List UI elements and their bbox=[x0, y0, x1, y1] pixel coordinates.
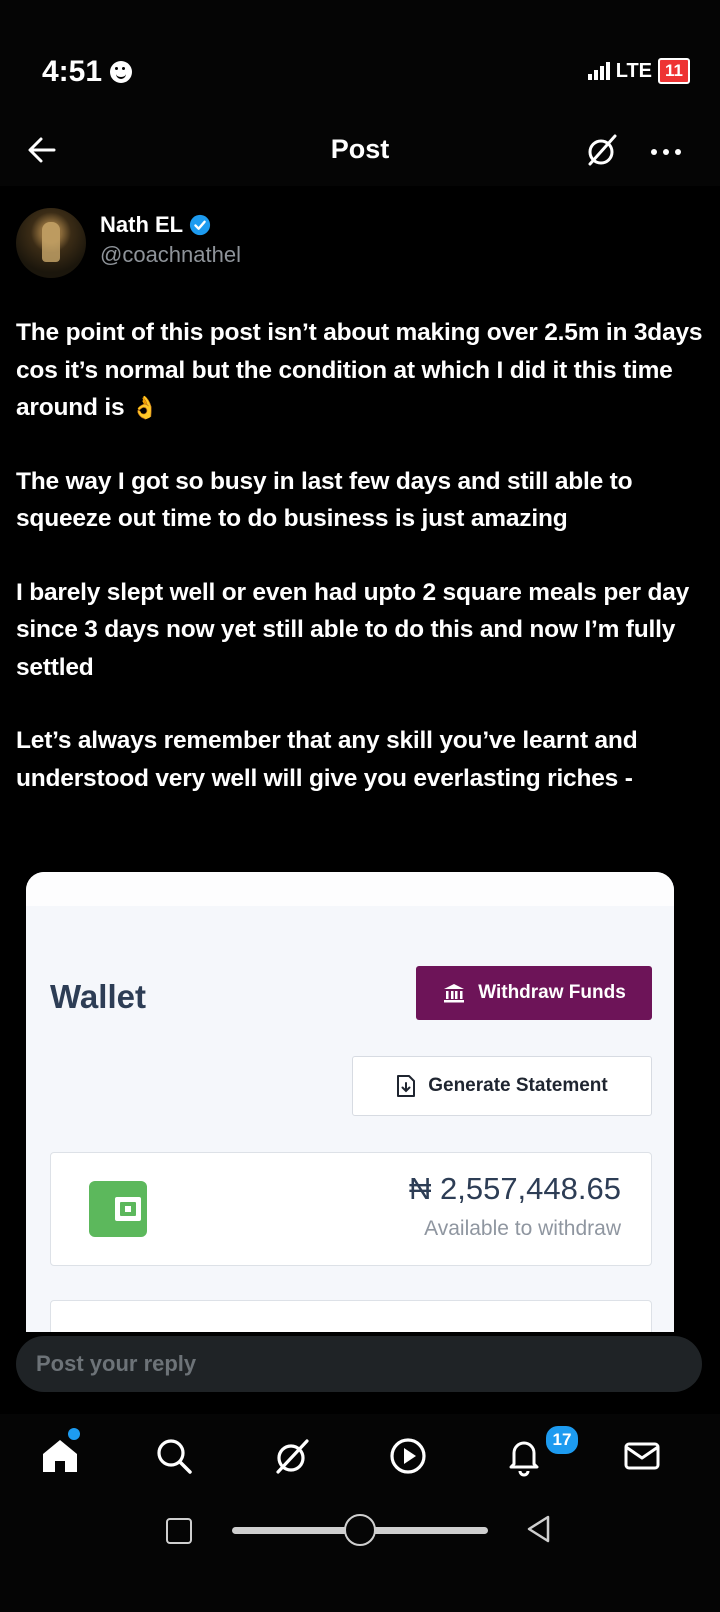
post-body: The point of this post isn’t about makin… bbox=[16, 314, 706, 833]
home-unread-dot bbox=[68, 1428, 80, 1440]
avatar[interactable] bbox=[16, 208, 86, 278]
status-bar: 4:51 LTE 11 bbox=[0, 0, 720, 120]
author-handle[interactable]: @coachnathel bbox=[100, 242, 241, 268]
author-name[interactable]: Nath EL bbox=[100, 212, 183, 238]
balance-card: ₦ 2,557,448.65 Available to withdraw bbox=[50, 1152, 652, 1266]
image-top-strip bbox=[26, 872, 674, 906]
grok-icon[interactable] bbox=[582, 130, 622, 170]
network-type: LTE bbox=[615, 59, 653, 82]
recent-apps-icon[interactable] bbox=[166, 1518, 192, 1544]
signal-icon bbox=[587, 62, 610, 80]
ok-hand-emoji: 👌 bbox=[131, 395, 159, 420]
generate-statement-button[interactable]: Generate Statement bbox=[352, 1056, 652, 1116]
notifications-icon[interactable] bbox=[502, 1434, 546, 1478]
bottom-navigation: 17 bbox=[0, 1414, 720, 1498]
reply-input[interactable]: Post your reply bbox=[16, 1336, 702, 1392]
attached-image-wallet[interactable]: Wallet Withdraw Funds Generate Statement… bbox=[26, 872, 674, 1332]
battery-level: 11 bbox=[658, 58, 690, 84]
post-paragraph: The point of this post isn’t about makin… bbox=[16, 314, 706, 427]
more-options-icon[interactable] bbox=[646, 130, 686, 170]
post-paragraph: I barely slept well or even had upto 2 s… bbox=[16, 578, 690, 681]
wallet-icon bbox=[89, 1181, 147, 1237]
home-icon[interactable] bbox=[38, 1434, 82, 1478]
clock: 4:51 bbox=[42, 55, 103, 88]
status-time: 4:51 bbox=[42, 55, 133, 89]
grok-icon[interactable] bbox=[270, 1434, 314, 1478]
wallet-title: Wallet bbox=[50, 978, 146, 1015]
messages-icon[interactable] bbox=[620, 1434, 664, 1478]
verified-badge-icon bbox=[190, 214, 211, 236]
generate-statement-label: Generate Statement bbox=[428, 1075, 608, 1096]
post-author[interactable]: Nath EL @coachnathel bbox=[16, 208, 696, 280]
reply-bar: Post your reply bbox=[0, 1332, 720, 1410]
next-card-partial bbox=[50, 1300, 652, 1332]
notification-count-badge: 17 bbox=[544, 1424, 580, 1456]
bank-icon bbox=[444, 984, 465, 1003]
document-download-icon bbox=[397, 1075, 416, 1097]
system-home-icon[interactable] bbox=[344, 1514, 376, 1546]
system-navigation-bar bbox=[0, 1498, 720, 1612]
wallet-balance-caption: Available to withdraw bbox=[424, 1217, 621, 1240]
system-back-icon[interactable] bbox=[524, 1514, 554, 1544]
withdraw-funds-button[interactable]: Withdraw Funds bbox=[416, 966, 652, 1020]
post-paragraph: Let’s always remember that any skill you… bbox=[16, 727, 638, 792]
post-header: Post bbox=[0, 118, 720, 186]
smiley-notification-icon bbox=[110, 61, 133, 83]
withdraw-funds-label: Withdraw Funds bbox=[478, 982, 626, 1003]
wallet-balance: ₦ 2,557,448.65 bbox=[408, 1171, 621, 1206]
status-indicators: LTE 11 bbox=[587, 58, 690, 84]
post-paragraph: The way I got so busy in last few days a… bbox=[16, 467, 633, 533]
video-icon[interactable] bbox=[386, 1434, 430, 1478]
author-name-row: Nath EL bbox=[100, 212, 211, 238]
search-icon[interactable] bbox=[152, 1434, 196, 1478]
